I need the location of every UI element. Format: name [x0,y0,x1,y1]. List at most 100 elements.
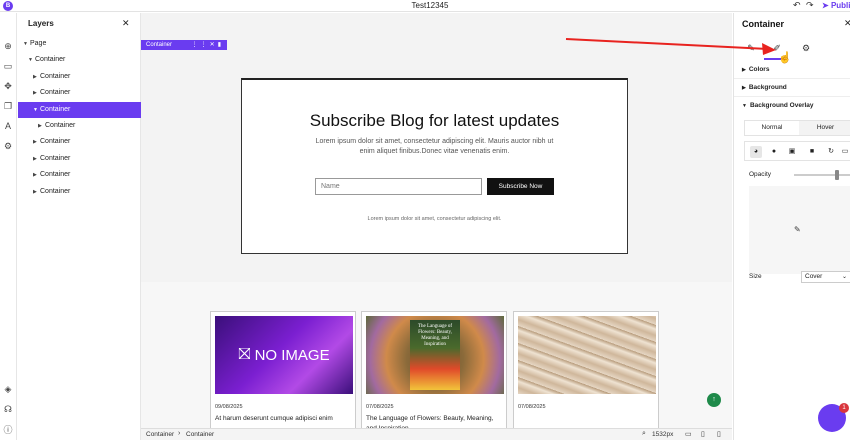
accordion-label: Background Overlay [749,102,814,109]
layer-label: Container [40,72,71,80]
breadcrumb-item[interactable]: Container [186,431,214,438]
opacity-slider[interactable] [794,174,850,176]
caret-right-icon[interactable]: ▶ [33,184,40,200]
breadcrumb-item[interactable]: Container [146,431,174,438]
size-select[interactable]: Cover ⌄ [801,271,850,283]
layer-label: Container [40,171,71,179]
chevron-down-icon: ⌄ [841,274,847,280]
delete-icon[interactable]: ▮ [218,42,224,48]
desktop-icon[interactable]: ▭ [685,430,692,438]
layers-panel: Layers ✕ ▼ Page ▼ Container ▶ Container ▶ Conta… [18,13,141,440]
hand-cursor-icon: ☝ [778,52,792,64]
close-icon[interactable]: ✕ [122,18,130,29]
layer-item[interactable]: ▼ Container [18,101,141,118]
caret-right-icon[interactable]: ▶ [33,134,40,150]
caret-right-icon[interactable]: ▶ [38,118,45,134]
selected-container-tag[interactable]: Container ⋮⋮✕▮ [141,40,227,50]
refresh-icon[interactable]: ↻ [825,146,837,158]
layer-label: Container [40,89,71,97]
text-icon[interactable]: A [2,120,14,132]
drop-icon[interactable]: ● [768,146,780,158]
layer-item[interactable]: ▶ Container [18,184,141,200]
layer-item[interactable]: ▼ Page [18,36,141,52]
scroll-up-button[interactable]: ↑ [707,393,721,407]
layer-item[interactable]: ▶ Container [18,69,141,85]
paint-icon[interactable]: ◕ [750,146,762,158]
opacity-slider-handle[interactable] [835,170,839,180]
publish-label: Publis [830,1,850,10]
image-picker[interactable]: ✎ [749,186,850,274]
edit-icon[interactable]: ✎ [794,225,801,234]
layer-item[interactable]: ▶ Container [18,134,141,150]
plus-circle-icon[interactable]: ⊕ [2,40,14,52]
layer-item[interactable]: ▼ Container [18,52,141,68]
gear-icon[interactable]: ⚙ [799,43,813,55]
collapse-icon[interactable]: ✕ [210,42,218,48]
card-title[interactable]: At harum deserunt cumque adipisci enim [215,414,353,424]
pages-icon[interactable]: ❐ [2,100,14,112]
accordion-background[interactable]: ▶ Background [734,79,850,97]
layer-item[interactable]: ▶ Container [18,118,141,134]
no-image-icon: ⛝ [238,346,251,363]
accordion-background-overlay[interactable]: ▼ Background Overlay [734,97,850,115]
caret-right-icon[interactable]: ▶ [33,69,40,85]
redo-icon[interactable]: ↷ [806,0,814,11]
book-cover-text: The Language of Flowers: Beauty, Meaning… [410,320,460,390]
subscribe-title: Subscribe Blog for latest updates [309,111,560,130]
layers-icon[interactable]: ◈ [2,383,14,395]
blog-card[interactable]: ⛝ NO IMAGE 09/08/2025 At harum deserunt c… [210,311,356,431]
tablet-icon[interactable]: ▯ [701,430,705,438]
card-image: The Language of Flowers: Beauty, Meaning… [366,316,504,394]
move-icon[interactable]: ⋮⋮ [192,42,210,48]
caret-right-icon[interactable]: ▶ [33,85,40,101]
blog-card[interactable]: 07/08/2025 [513,311,659,431]
components-icon[interactable]: ✥ [2,80,14,92]
video-icon[interactable]: ■ [806,146,818,158]
app-logo[interactable]: B [3,1,13,11]
monitor-icon[interactable]: ▭ [839,146,850,158]
gear-icon[interactable]: ⚙ [2,140,14,152]
caret-right-icon: ▶ [742,85,746,91]
subscribe-button[interactable]: Subscribe Now [487,178,554,195]
layer-label: Container [40,138,71,146]
publish-button[interactable]: ➤ Publis [822,1,850,10]
caret-down-icon[interactable]: ▼ [33,102,40,118]
tab-normal[interactable]: Normal [745,121,799,135]
caret-down-icon[interactable]: ▼ [28,52,35,68]
left-toolbar: ⊕ ▭ ✥ ❐ A ⚙ ◈ ☊ ⓘ [0,13,17,440]
layer-label: Container [45,122,76,129]
mobile-icon[interactable]: ▯ [717,430,721,438]
size-label: Size [749,273,762,280]
name-input[interactable] [315,178,482,195]
chevron-right-icon: › [178,430,181,437]
layer-item[interactable]: ▶ Container [18,167,141,183]
layers-title: Layers [28,19,54,28]
layer-item[interactable]: ▶ Container [18,151,141,167]
background-type-selector: ◕ ● ▣ ■ ↻ ▭ [744,141,850,161]
zoom-icon: ⌕ [642,430,646,437]
card-date: 09/08/2025 [215,404,243,410]
subscribe-section[interactable]: Subscribe Blog for latest updates Lorem … [241,78,628,254]
close-icon[interactable]: ✕ [844,18,850,29]
notification-badge: 1 [839,403,849,413]
info-icon[interactable]: ⓘ [2,423,14,435]
rectangle-icon[interactable]: ▭ [2,60,14,72]
headset-icon[interactable]: ☊ [2,403,14,415]
card-image-text: NO IMAGE [254,346,330,364]
caret-down-icon[interactable]: ▼ [23,36,30,52]
layer-label: Container [35,56,66,64]
tab-hover[interactable]: Hover [799,121,850,135]
panel-title: Container [742,19,785,29]
layer-item[interactable]: ▶ Container [18,85,141,101]
size-value: Cover [805,273,823,280]
caret-right-icon[interactable]: ▶ [33,151,40,167]
blog-card[interactable]: The Language of Flowers: Beauty, Meaning… [361,311,507,431]
layer-label: Container [40,154,71,162]
canvas-width: 1532px [652,431,674,438]
caret-right-icon[interactable]: ▶ [33,167,40,183]
undo-icon[interactable]: ↶ [793,0,801,11]
accordion-label: Background [748,84,787,91]
image-icon[interactable]: ▣ [786,146,798,158]
container-tag-actions[interactable]: ⋮⋮✕▮ [192,40,224,50]
state-tabs: Normal Hover [744,120,850,136]
